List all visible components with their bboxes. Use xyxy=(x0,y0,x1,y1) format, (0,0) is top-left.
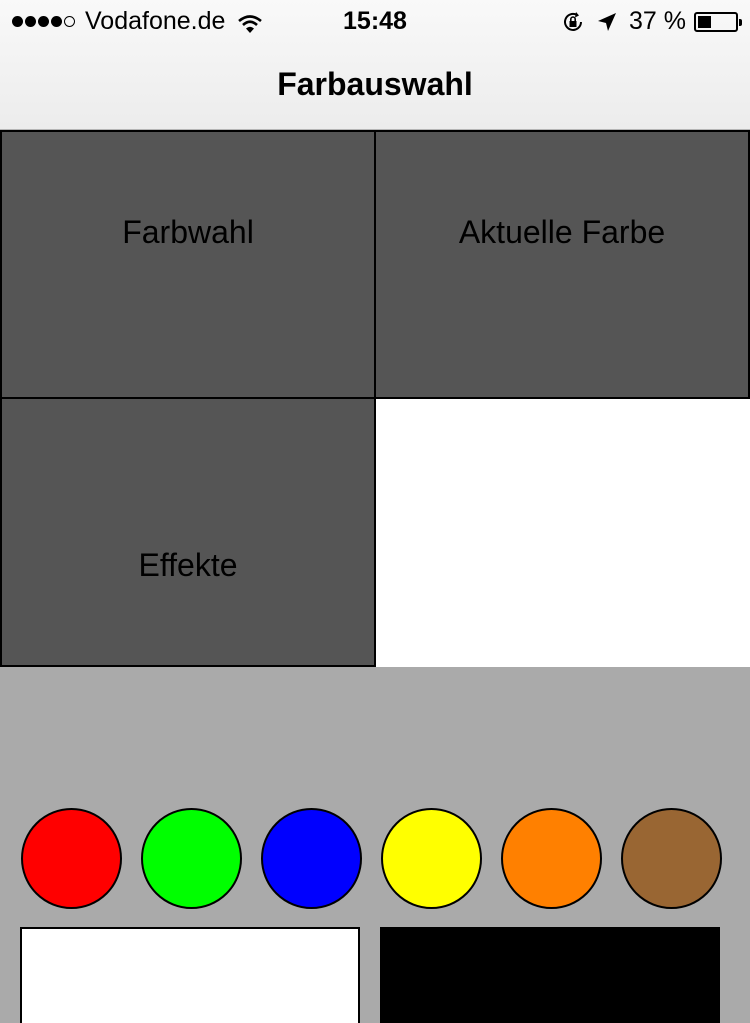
color-swatch-yellow[interactable] xyxy=(381,808,482,909)
battery-icon xyxy=(694,11,742,32)
rotation-lock-icon xyxy=(561,10,585,34)
farbwahl-label: Farbwahl xyxy=(122,214,254,250)
color-swatch-red[interactable] xyxy=(21,808,122,909)
status-bar: Vodafone.de 15:48 37 % xyxy=(0,0,750,42)
aktuelle-farbe-tile[interactable]: Aktuelle Farbe xyxy=(374,130,750,399)
page-title: Farbauswahl xyxy=(277,66,473,102)
effekte-label: Effekte xyxy=(138,547,238,583)
battery-tip xyxy=(739,18,742,26)
top-bar: Vodafone.de 15:48 37 % Farbauswahl xyxy=(0,0,750,130)
app-screen: Vodafone.de 15:48 37 % Farbauswahl Farbw… xyxy=(0,0,750,1023)
color-swatch-orange[interactable] xyxy=(501,808,602,909)
color-swatch-green[interactable] xyxy=(141,808,242,909)
color-swatch-brown[interactable] xyxy=(621,808,722,909)
farbwahl-tile[interactable]: Farbwahl xyxy=(0,130,376,399)
battery-percentage: 37 % xyxy=(629,7,686,35)
effekte-tile[interactable]: Effekte xyxy=(0,397,376,667)
status-right: 37 % xyxy=(561,7,742,36)
location-arrow-icon xyxy=(595,10,619,34)
color-palette-panel xyxy=(0,667,750,1023)
current-color-preview xyxy=(376,399,750,667)
color-swatch-black[interactable] xyxy=(380,927,720,1023)
color-swatch-blue[interactable] xyxy=(261,808,362,909)
color-swatch-white[interactable] xyxy=(20,927,360,1023)
aktuelle-farbe-label: Aktuelle Farbe xyxy=(458,214,666,250)
battery-level-fill xyxy=(698,15,711,28)
